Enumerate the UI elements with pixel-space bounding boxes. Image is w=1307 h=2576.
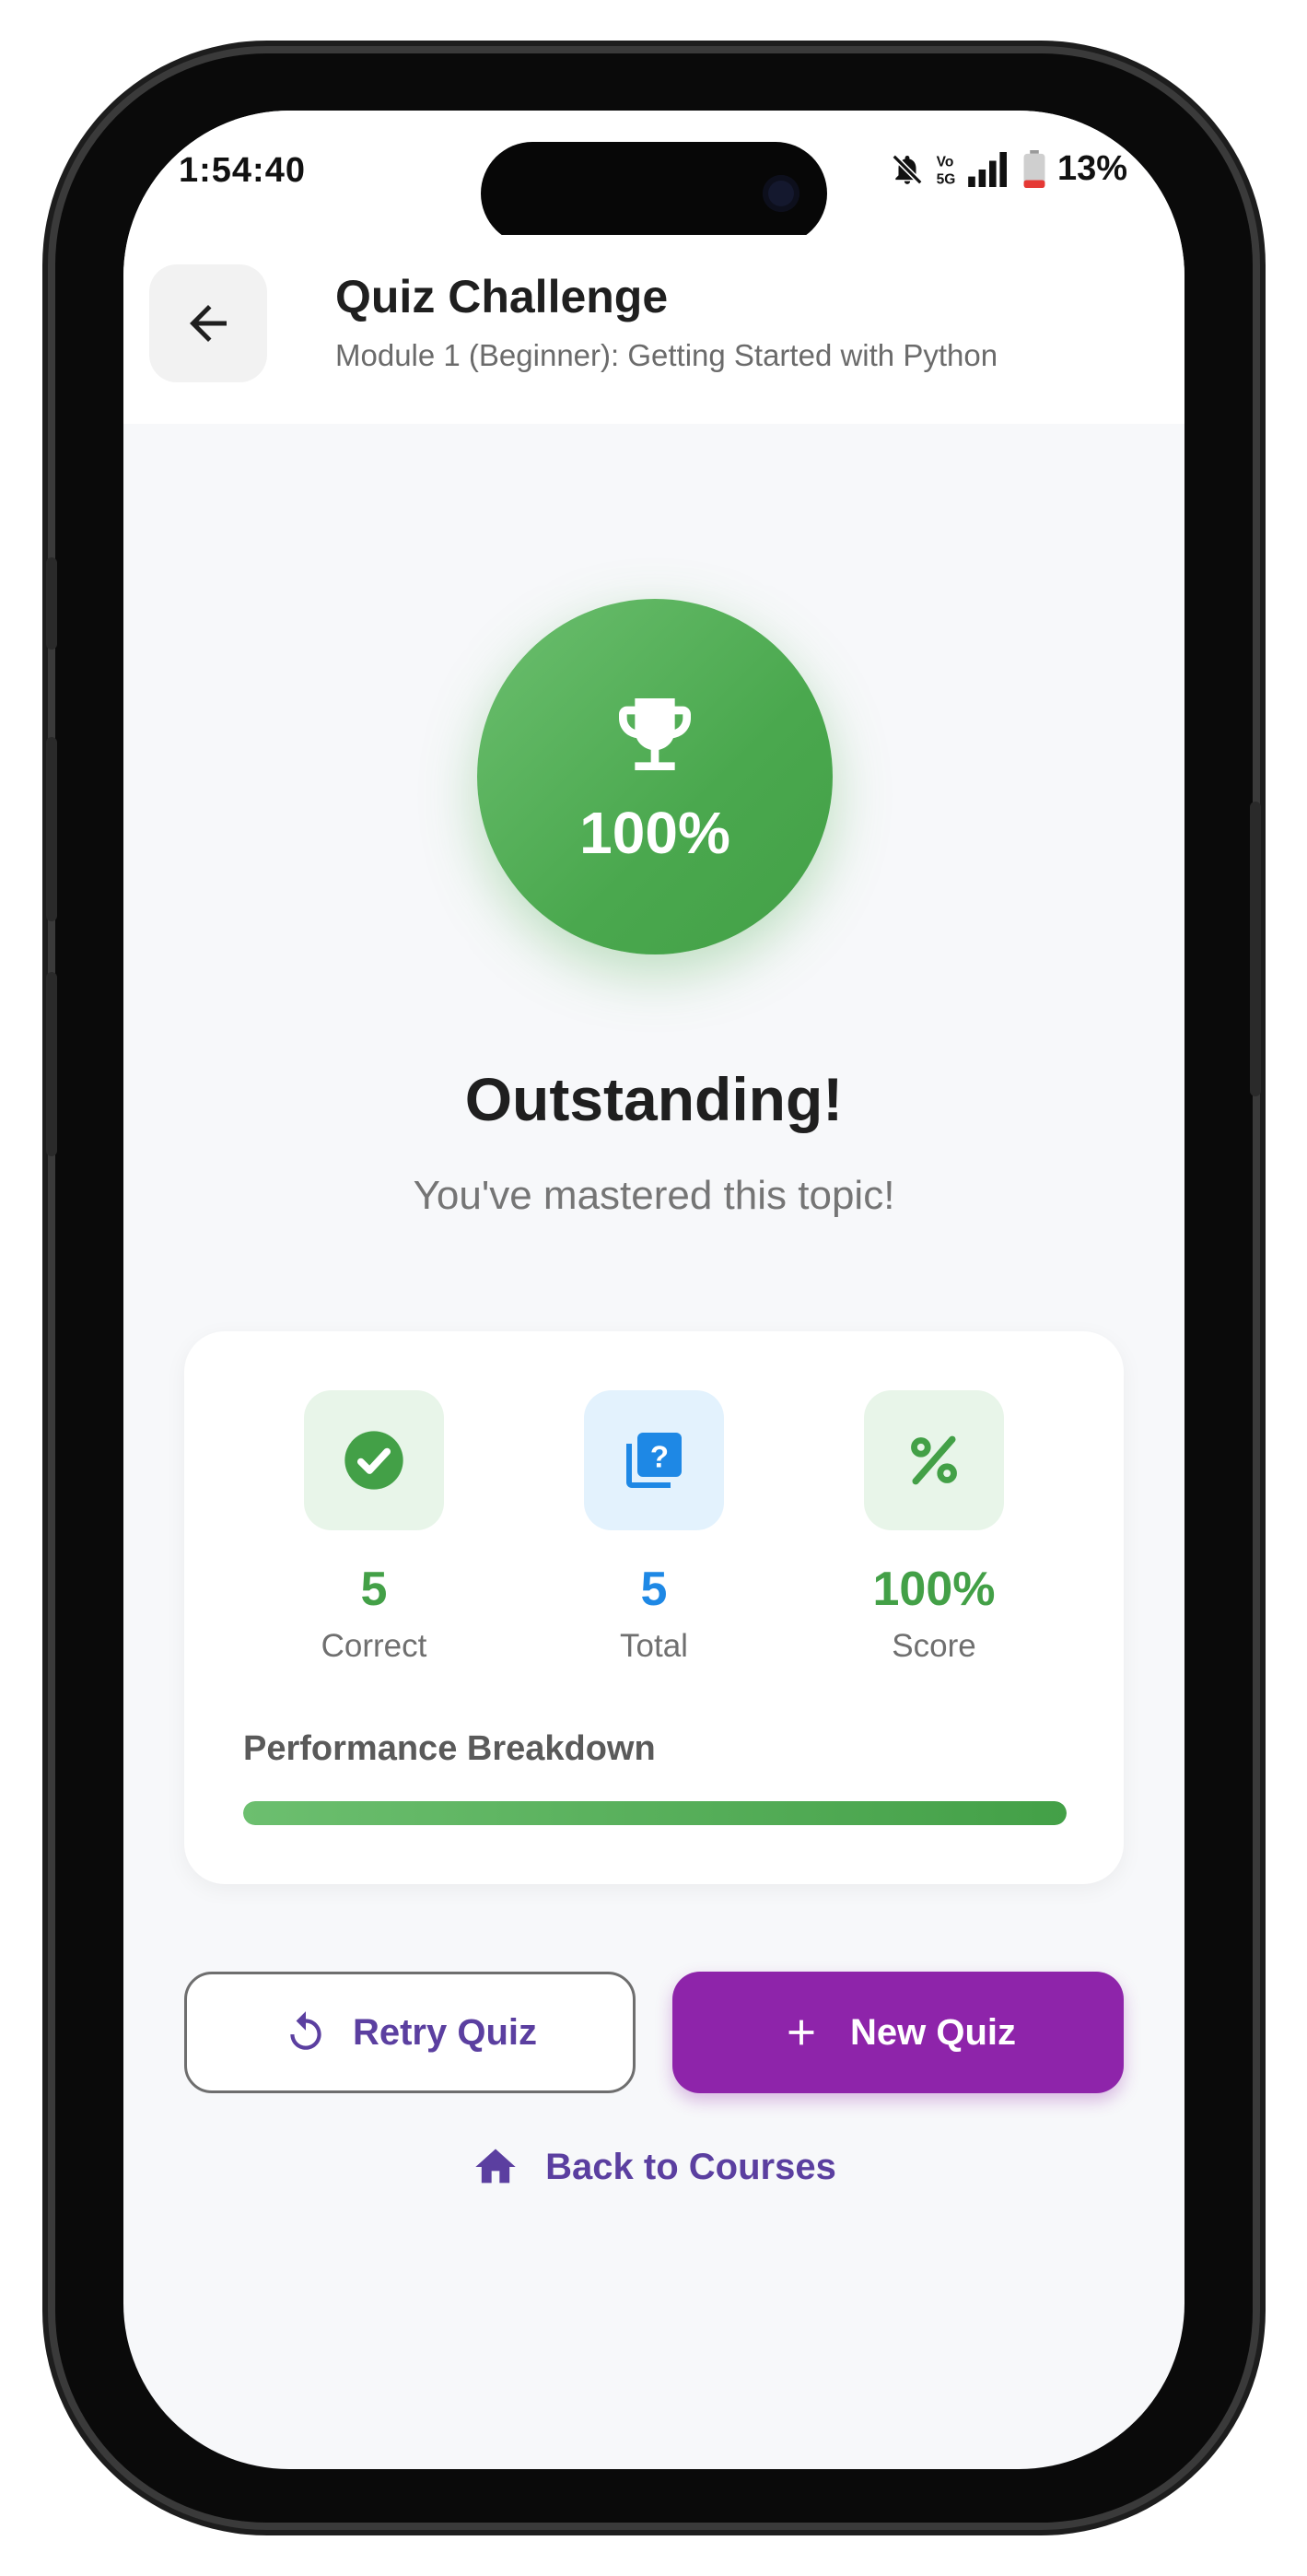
- percent-icon: [911, 1435, 957, 1485]
- stats-card: 5 Correct ? 5 Total 100% Score Performan…: [184, 1331, 1124, 1884]
- back-button[interactable]: [149, 264, 267, 382]
- retry-quiz-label: Retry Quiz: [352, 2011, 538, 2053]
- score-badge: 100%: [477, 599, 833, 954]
- trophy-icon: [619, 698, 691, 770]
- stat-total: ? 5 Total: [516, 1390, 792, 1665]
- stat-score-icon-box: [864, 1390, 1004, 1530]
- camera-icon: [763, 175, 799, 212]
- result-headline: Outstanding!: [464, 1065, 844, 1133]
- mute-bell-icon: [892, 154, 923, 184]
- volte-5g-icon: Vo 5G: [937, 154, 956, 186]
- battery-icon: [1023, 149, 1045, 188]
- app-header: Quiz Challenge Module 1 (Beginner): Gett…: [123, 235, 1184, 424]
- dynamic-island: [481, 142, 827, 245]
- stat-score-value: 100%: [872, 1563, 996, 1616]
- mute-switch: [46, 557, 57, 650]
- quiz-icon: ?: [626, 1433, 682, 1488]
- plus-icon: [788, 2020, 814, 2045]
- stat-correct-value: 5: [360, 1563, 388, 1616]
- battery-percent: 13%: [1056, 149, 1127, 188]
- app-screen: 1:54:40 Vo 5G 13% Quiz Challenge Module …: [123, 111, 1184, 2469]
- new-quiz-button[interactable]: New Quiz: [672, 1972, 1124, 2093]
- check-circle-icon: [344, 1431, 403, 1490]
- stat-score: 100% Score: [796, 1390, 1072, 1665]
- performance-progress-fill: [243, 1801, 1067, 1825]
- stat-correct-label: Correct: [321, 1628, 427, 1664]
- stat-total-value: 5: [640, 1563, 668, 1616]
- stat-correct: 5 Correct: [236, 1390, 512, 1665]
- back-to-courses-label: Back to Courses: [545, 2146, 836, 2187]
- page-title: Quiz Challenge: [335, 271, 669, 322]
- stat-total-label: Total: [620, 1628, 688, 1664]
- volume-down-button: [46, 972, 57, 1156]
- arrow-left-icon: [190, 305, 227, 342]
- svg-text:?: ?: [650, 1440, 669, 1474]
- stat-score-label: Score: [892, 1628, 976, 1664]
- retry-quiz-button[interactable]: Retry Quiz: [184, 1972, 636, 2093]
- stat-correct-icon-box: [304, 1390, 444, 1530]
- svg-text:Vo: Vo: [937, 154, 954, 170]
- performance-progress-track: [243, 1801, 1067, 1825]
- back-to-courses-link[interactable]: Back to Courses: [123, 2130, 1184, 2204]
- result-message: You've mastered this topic!: [413, 1173, 895, 1218]
- status-time: 1:54:40: [179, 151, 306, 190]
- status-bar: 1:54:40 Vo 5G 13%: [123, 111, 1184, 245]
- power-button: [1250, 802, 1261, 1096]
- home-icon: [475, 2149, 516, 2184]
- module-subtitle: Module 1 (Beginner): Getting Started wit…: [335, 338, 998, 372]
- status-icons: Vo 5G 13%: [890, 149, 1127, 189]
- volume-up-button: [46, 737, 57, 921]
- svg-text:5G: 5G: [937, 171, 956, 186]
- signal-icon: [968, 151, 1007, 187]
- new-quiz-label: New Quiz: [849, 2011, 1017, 2053]
- stat-total-icon-box: ?: [584, 1390, 724, 1530]
- performance-label: Performance Breakdown: [243, 1729, 656, 1768]
- score-percent: 100%: [579, 800, 730, 866]
- replay-icon: [290, 2011, 321, 2050]
